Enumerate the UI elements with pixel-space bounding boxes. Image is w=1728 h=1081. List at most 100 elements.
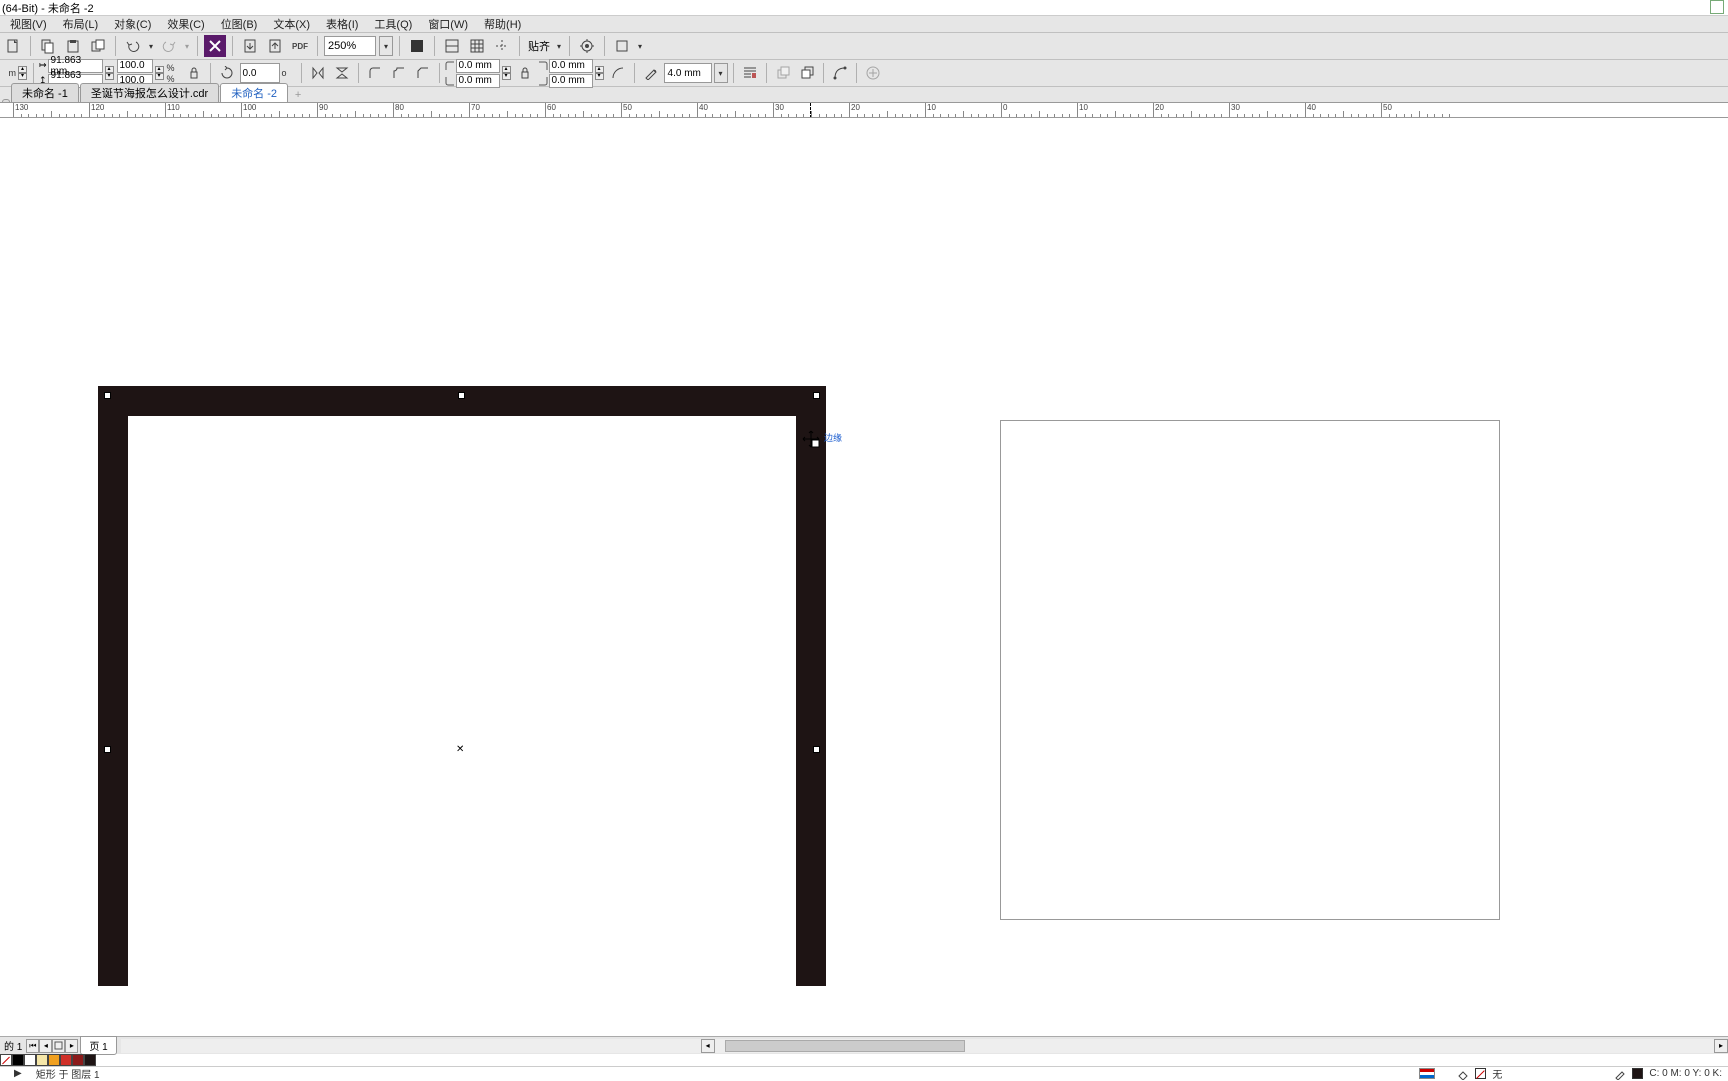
tab-welcome[interactable] <box>2 99 10 102</box>
tab-doc1[interactable]: 未命名 -1 <box>11 83 79 102</box>
ruler-subtick <box>287 114 288 118</box>
corner-round-button[interactable] <box>364 62 386 84</box>
color-swatch[interactable] <box>24 1054 36 1066</box>
outline-color-swatch[interactable] <box>1632 1068 1643 1079</box>
export-file-button[interactable] <box>264 35 286 57</box>
ruler-subtick <box>1092 114 1093 118</box>
tab-doc2[interactable]: 圣诞节海报怎么设计.cdr <box>80 83 219 102</box>
corner3-input[interactable]: 0.0 mm <box>549 59 593 73</box>
color-swatch[interactable] <box>48 1054 60 1066</box>
corner-r-spinner[interactable]: ▴▾ <box>595 66 605 80</box>
wrap-text-button[interactable] <box>739 62 761 84</box>
pos-spinner[interactable]: ▴▾ <box>18 66 28 80</box>
horizontal-scrollbar[interactable]: ◂ ▸ <box>121 1039 1728 1053</box>
scale-x-input[interactable]: 100.0 <box>117 59 153 73</box>
undo-button[interactable] <box>122 35 144 57</box>
color-swatch[interactable] <box>12 1054 24 1066</box>
page-next-button[interactable]: ▸ <box>65 1039 78 1053</box>
lock-ratio-button[interactable] <box>183 62 205 84</box>
import-file-button[interactable] <box>239 35 261 57</box>
ruler-subtick <box>1199 114 1200 118</box>
selection-center[interactable]: ✕ <box>456 744 464 755</box>
to-back-button[interactable] <box>796 62 818 84</box>
undo-dropdown[interactable] <box>147 35 155 57</box>
ruler-subtick <box>173 114 174 118</box>
handle-w[interactable] <box>104 746 111 753</box>
selected-rectangle[interactable]: ✕ <box>98 386 826 986</box>
snap-label[interactable]: 贴齐 <box>526 38 552 54</box>
menu-help[interactable]: 帮助(H) <box>476 16 529 32</box>
fill-info: C: 0 M: 0 Y: 0 K: <box>1649 1068 1722 1079</box>
corner2-input[interactable]: 0.0 mm <box>456 74 500 88</box>
corner-lock-button[interactable] <box>514 62 536 84</box>
pdf-button[interactable]: PDF <box>289 35 311 57</box>
color-swatch[interactable] <box>36 1054 48 1066</box>
corner1-input[interactable]: 0.0 mm <box>456 59 500 73</box>
handle-e[interactable] <box>813 746 820 753</box>
hscroll-track[interactable] <box>715 1039 1714 1053</box>
convert-curves-button[interactable] <box>829 62 851 84</box>
color-proof-icon[interactable] <box>1419 1068 1435 1079</box>
corner4-input[interactable]: 0.0 mm <box>549 74 593 88</box>
handle-nw[interactable] <box>104 392 111 399</box>
add-button[interactable] <box>862 62 884 84</box>
window-help-icon[interactable] <box>1710 0 1724 14</box>
page-tab-1[interactable]: 页 1 <box>80 1036 116 1055</box>
mirror-h-button[interactable] <box>307 62 329 84</box>
menu-object[interactable]: 对象(C) <box>106 16 159 32</box>
ruler-horizontal[interactable]: // placeholder for ruler ticks inserted … <box>0 103 1728 118</box>
handle-ne[interactable] <box>813 392 820 399</box>
handle-n[interactable] <box>458 392 465 399</box>
zoom-input[interactable]: 250% <box>324 36 376 56</box>
page-first-button[interactable]: ⏮ <box>26 1039 39 1053</box>
launch-dropdown[interactable] <box>636 35 644 57</box>
outline-dropdown[interactable] <box>714 63 728 83</box>
redo-dropdown[interactable] <box>183 35 191 57</box>
grid-button[interactable] <box>441 35 463 57</box>
menu-window[interactable]: 窗口(W) <box>420 16 476 32</box>
scale-spinner[interactable]: ▴▾ <box>155 66 165 80</box>
size-spinner[interactable]: ▴▾ <box>105 66 115 80</box>
menu-view[interactable]: 视图(V) <box>2 16 55 32</box>
snap-dropdown[interactable] <box>555 35 563 57</box>
menu-layout[interactable]: 布局(L) <box>55 16 106 32</box>
fill-none-icon[interactable] <box>1475 1068 1486 1079</box>
relative-corner-button[interactable] <box>607 62 629 84</box>
redo-button[interactable] <box>158 35 180 57</box>
outline-width-input[interactable]: 4.0 mm <box>664 63 712 83</box>
ruler-subtick <box>499 114 500 118</box>
color-swatch[interactable] <box>60 1054 72 1066</box>
fullscreen-button[interactable] <box>406 35 428 57</box>
new-button[interactable] <box>2 35 24 57</box>
menu-text[interactable]: 文本(X) <box>265 16 318 32</box>
tab-doc3[interactable]: 未命名 -2 <box>220 83 288 102</box>
page-prev-button[interactable]: ◂ <box>39 1039 52 1053</box>
grid2-button[interactable] <box>466 35 488 57</box>
canvas[interactable]: ✕ 边缘 <box>0 124 1728 1036</box>
import-button[interactable] <box>204 35 226 57</box>
menu-table[interactable]: 表格(I) <box>318 16 366 32</box>
zoom-dropdown[interactable] <box>379 36 393 56</box>
hscroll-right-button[interactable]: ▸ <box>1714 1039 1728 1053</box>
hscroll-left-button[interactable]: ◂ <box>701 1039 715 1053</box>
menu-effect[interactable]: 效果(C) <box>159 16 212 32</box>
corner-scallop-button[interactable] <box>388 62 410 84</box>
to-front-button[interactable] <box>772 62 794 84</box>
hscroll-thumb[interactable] <box>725 1040 965 1052</box>
options-button[interactable] <box>576 35 598 57</box>
color-swatch[interactable] <box>84 1054 96 1066</box>
ruler-subtick <box>788 114 789 118</box>
menu-bitmap[interactable]: 位图(B) <box>213 16 266 32</box>
corner-l-spinner[interactable]: ▴▾ <box>502 66 512 80</box>
menu-tools[interactable]: 工具(Q) <box>366 16 420 32</box>
tab-add-button[interactable]: + <box>291 88 305 102</box>
ruler-number: 30 <box>1231 103 1240 112</box>
corner-chamfer-button[interactable] <box>412 62 434 84</box>
launch-button[interactable] <box>611 35 633 57</box>
guides-button[interactable] <box>491 35 513 57</box>
color-swatch[interactable] <box>72 1054 84 1066</box>
angle-input[interactable]: 0.0 <box>240 63 280 83</box>
page-add-button[interactable] <box>52 1039 65 1053</box>
mirror-v-button[interactable] <box>331 62 353 84</box>
color-swatch[interactable] <box>0 1054 12 1066</box>
